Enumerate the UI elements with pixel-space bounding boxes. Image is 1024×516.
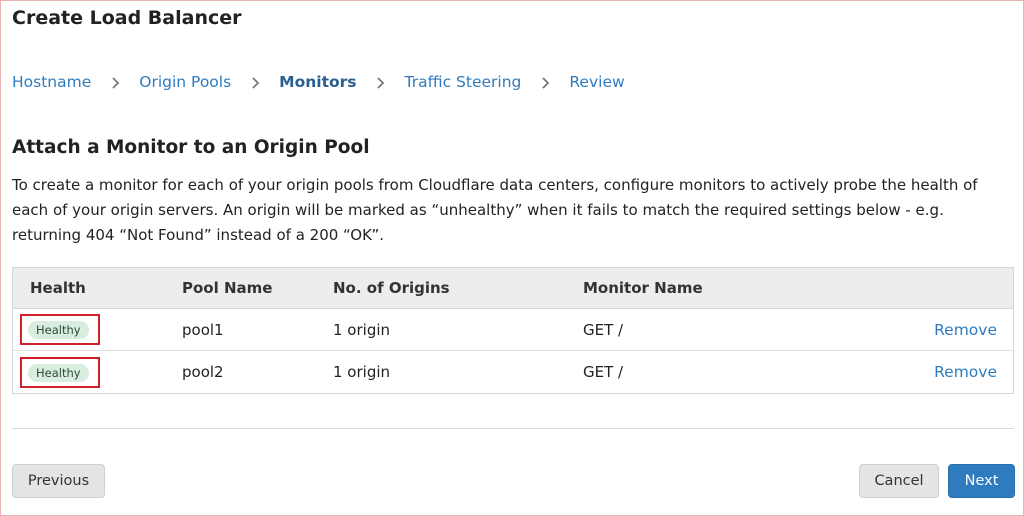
page-frame: Create Load Balancer Hostname Origin Poo… <box>0 0 1024 516</box>
chevron-right-icon <box>521 73 569 91</box>
breadcrumb-step-origin-pools[interactable]: Origin Pools <box>139 73 231 91</box>
column-header-pool-name: Pool Name <box>182 279 273 297</box>
status-badge: Healthy <box>28 363 89 382</box>
next-button[interactable]: Next <box>948 464 1015 498</box>
chevron-right-icon <box>91 73 139 91</box>
breadcrumb-step-review[interactable]: Review <box>569 73 624 91</box>
footer-divider <box>12 428 1014 429</box>
remove-link[interactable]: Remove <box>934 363 997 381</box>
remove-link[interactable]: Remove <box>934 321 997 339</box>
table-row: Healthy pool1 1 origin GET / Remove <box>13 309 1013 351</box>
monitors-table: Health Pool Name No. of Origins Monitor … <box>12 267 1014 394</box>
page-title: Create Load Balancer <box>12 7 242 29</box>
breadcrumb-step-monitors[interactable]: Monitors <box>279 73 356 91</box>
section-description: To create a monitor for each of your ori… <box>12 176 978 244</box>
cancel-button[interactable]: Cancel <box>859 464 939 498</box>
section-title: Attach a Monitor to an Origin Pool <box>12 137 370 158</box>
monitor-name-cell: GET / <box>583 363 624 381</box>
origins-cell: 1 origin <box>333 320 391 339</box>
pool-name-cell: pool2 <box>182 363 224 381</box>
previous-button[interactable]: Previous <box>12 464 105 498</box>
breadcrumb-step-hostname[interactable]: Hostname <box>12 73 91 91</box>
breadcrumb: Hostname Origin Pools Monitors Traffic S… <box>12 73 625 91</box>
origins-cell: 1 origin <box>333 363 391 381</box>
column-header-monitor-name: Monitor Name <box>583 279 703 297</box>
status-badge: Healthy <box>28 321 89 339</box>
column-header-origins: No. of Origins <box>333 279 450 297</box>
chevron-right-icon <box>357 73 405 91</box>
health-highlight-box: Healthy <box>20 314 100 345</box>
chevron-right-icon <box>231 73 279 91</box>
table-header: Health Pool Name No. of Origins Monitor … <box>13 268 1013 309</box>
health-highlight-box: Healthy <box>20 356 100 388</box>
breadcrumb-step-traffic-steering[interactable]: Traffic Steering <box>405 73 522 91</box>
pool-name-cell: pool1 <box>182 320 224 339</box>
monitor-name-cell: GET / <box>583 320 624 339</box>
column-header-health: Health <box>30 279 86 297</box>
table-row: Healthy pool2 1 origin GET / Remove <box>13 351 1013 393</box>
